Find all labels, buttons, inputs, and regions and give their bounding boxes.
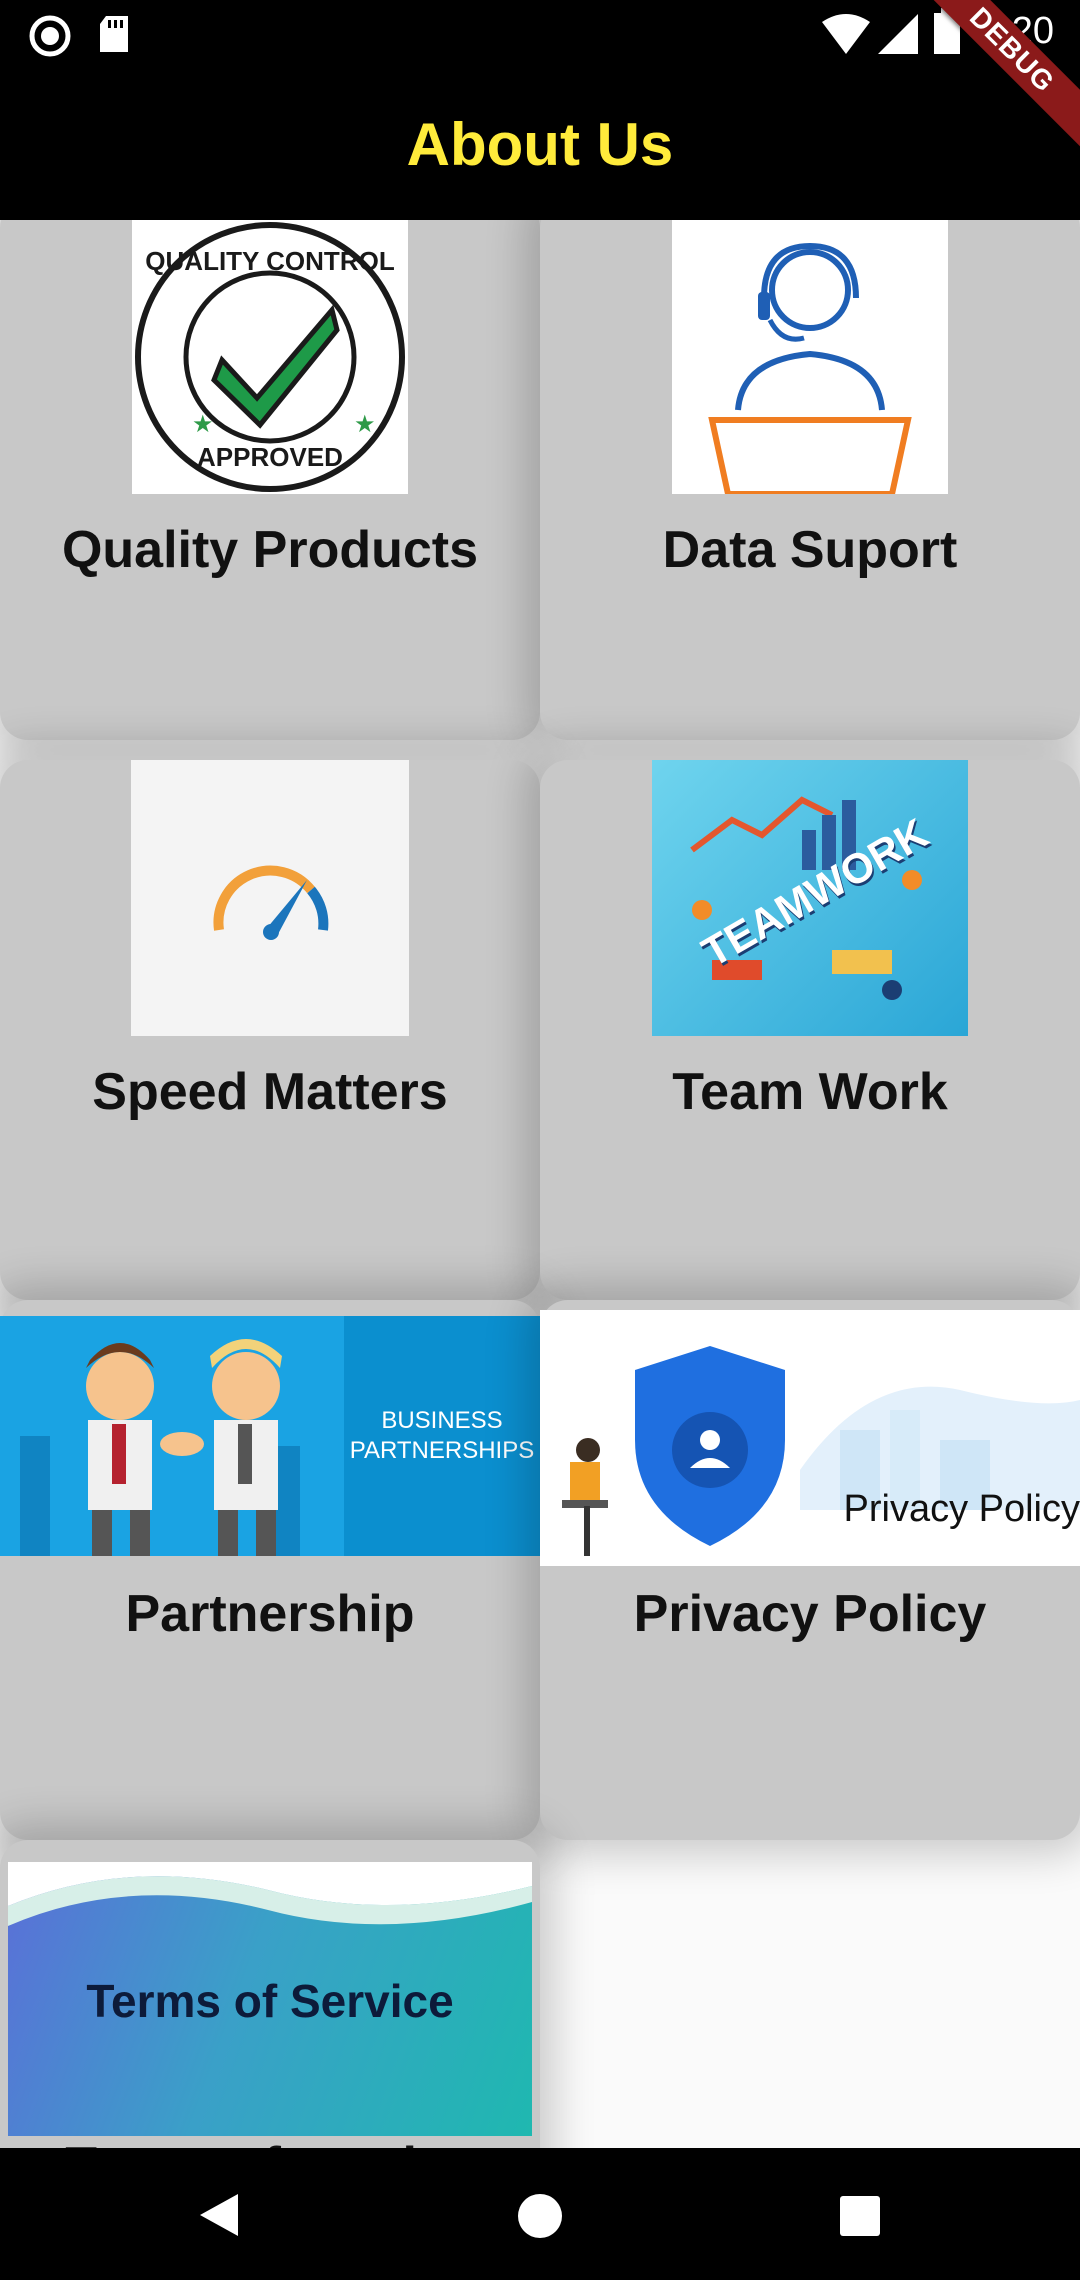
card-title: Team Work bbox=[672, 1063, 948, 1121]
card-data-support[interactable]: Data Suport bbox=[540, 220, 1080, 740]
card-title: Terms of service bbox=[0, 2136, 540, 2148]
card-title: Quality Products bbox=[61, 521, 479, 579]
card-speed-matters[interactable]: Speed Matters bbox=[0, 760, 540, 1300]
page-title: About Us bbox=[406, 110, 674, 178]
svg-text:★: ★ bbox=[192, 411, 214, 438]
wifi-icon bbox=[822, 14, 870, 54]
cell-signal-icon bbox=[878, 14, 918, 54]
business-partnerships-image: BUSINESS PARTNERSHIPS bbox=[0, 1316, 540, 1556]
status-bar: 8:20 bbox=[0, 0, 1080, 68]
card-terms-of-service[interactable]: Terms of Service Terms of service bbox=[0, 1840, 540, 2148]
recents-icon[interactable] bbox=[838, 2194, 882, 2238]
card-quality-products[interactable]: ★ ★ QUALITY CONTROL APPROVED Quality Pro… bbox=[0, 220, 540, 740]
navigation-bar bbox=[0, 2148, 1080, 2280]
quality-control-image: ★ ★ QUALITY CONTROL APPROVED bbox=[132, 220, 408, 494]
home-icon[interactable] bbox=[516, 2192, 564, 2240]
card-title: Partnership bbox=[125, 1585, 415, 1643]
recording-icon bbox=[29, 15, 71, 57]
card-title: Speed Matters bbox=[92, 1063, 448, 1121]
card-privacy-policy[interactable]: Privacy Policy Privacy Policy bbox=[540, 1300, 1080, 1840]
teamwork-image: TEAMWORK bbox=[652, 760, 968, 1036]
svg-text:★: ★ bbox=[354, 411, 376, 438]
about-grid: ★ ★ QUALITY CONTROL APPROVED Quality Pro… bbox=[0, 220, 1080, 2148]
sd-card-icon bbox=[100, 16, 128, 52]
back-icon[interactable] bbox=[196, 2190, 242, 2240]
speedometer-image bbox=[131, 760, 409, 1036]
card-title: Data Suport bbox=[662, 521, 958, 579]
card-team-work[interactable]: TEAMWORK Team Work bbox=[540, 760, 1080, 1300]
app-bar: About Us bbox=[0, 68, 1080, 220]
privacy-policy-image: Privacy Policy bbox=[540, 1310, 1080, 1566]
terms-of-service-image: Terms of Service bbox=[8, 1862, 532, 2136]
support-agent-image bbox=[672, 220, 948, 494]
card-title: Privacy Policy bbox=[633, 1585, 987, 1643]
card-partnership[interactable]: BUSINESS PARTNERSHIPS Partnership bbox=[0, 1300, 540, 1840]
